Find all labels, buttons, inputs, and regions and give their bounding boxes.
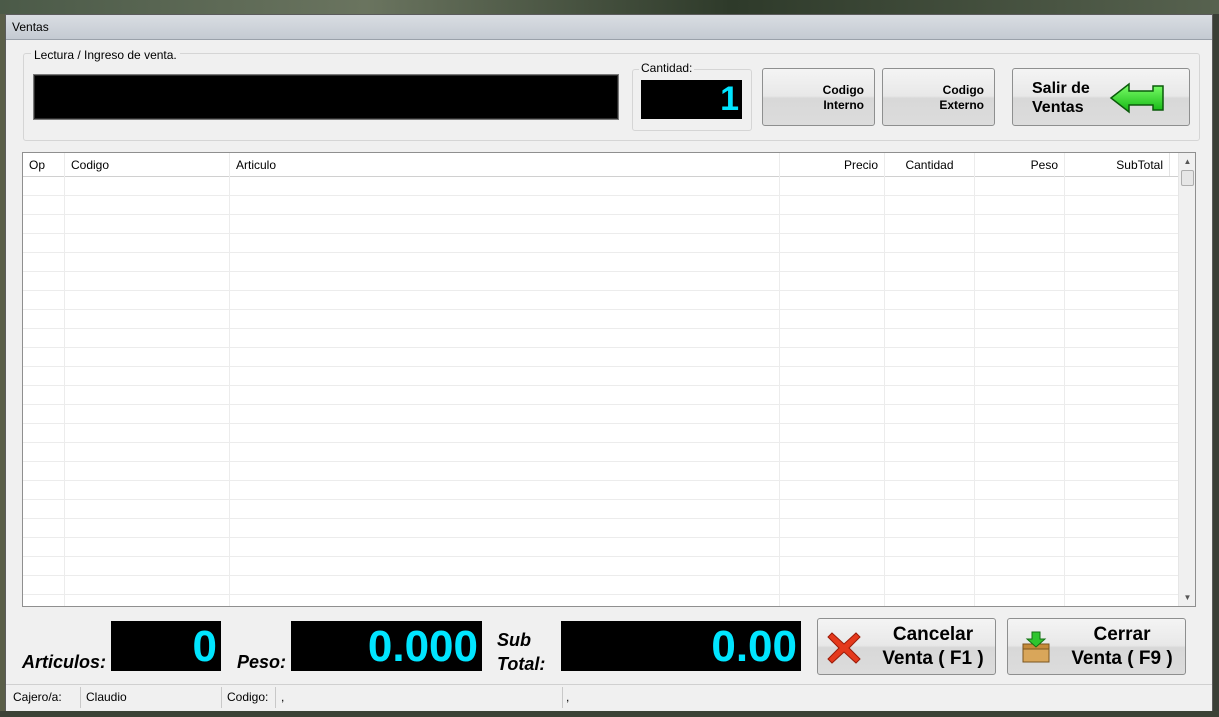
status-divider: [80, 687, 81, 708]
salir-label-2: Ventas: [1032, 99, 1084, 116]
status-divider: [275, 687, 276, 708]
grid-divider: [974, 153, 975, 606]
desktop-strip: [0, 0, 1219, 14]
grid-header: Op Codigo Articulo Precio Cantidad Peso …: [23, 153, 1178, 177]
reading-caption: Lectura / Ingreso de venta.: [31, 48, 180, 62]
codigo-interno-button[interactable]: Codigo Interno: [762, 68, 875, 126]
col-peso[interactable]: Peso: [975, 153, 1065, 176]
sales-window: Ventas Lectura / Ingreso de venta. Canti…: [5, 14, 1213, 711]
peso-label: Peso:: [237, 652, 287, 672]
download-box-icon: [1020, 630, 1052, 670]
desktop-strip: [1213, 14, 1219, 717]
title-bar[interactable]: Ventas: [6, 15, 1212, 40]
col-codigo[interactable]: Codigo: [65, 153, 230, 176]
grid-body[interactable]: [23, 177, 1178, 606]
quantity-display[interactable]: 1: [641, 80, 742, 119]
cajero-label: Cajero/a:: [13, 690, 62, 704]
subtotal-label: Sub Total:: [497, 628, 545, 676]
codigo-externo-button[interactable]: Codigo Externo: [882, 68, 995, 126]
status-extra: ,: [566, 690, 570, 704]
grid-divider: [1064, 153, 1065, 606]
chevron-up-icon[interactable]: ▲: [1179, 153, 1195, 170]
cerrar-label-1: Cerrar: [1093, 624, 1151, 645]
quantity-caption: Cantidad:: [639, 61, 695, 75]
peso-display: 0.000: [291, 621, 482, 671]
subtotal-label-2: Total:: [497, 654, 546, 674]
status-bar: Cajero/a: Claudio Codigo: , ,: [6, 684, 1212, 711]
x-icon: [826, 630, 862, 672]
grid-divider: [229, 153, 230, 606]
col-op[interactable]: Op: [23, 153, 65, 176]
codigo-value: ,: [281, 690, 285, 704]
cancelar-label-1: Cancelar: [892, 624, 974, 645]
sales-grid[interactable]: Op Codigo Articulo Precio Cantidad Peso …: [22, 152, 1196, 607]
articulos-display: 0: [111, 621, 221, 671]
subtotal-display: 0.00: [561, 621, 801, 671]
salir-label-1: Salir de: [1032, 80, 1090, 97]
chevron-down-icon[interactable]: ▼: [1179, 589, 1195, 606]
articulos-label: Articulos:: [22, 652, 107, 672]
status-divider: [221, 687, 222, 708]
cerrar-label-2: Venta ( F9 ): [1071, 648, 1173, 669]
col-articulo[interactable]: Articulo: [230, 153, 780, 176]
cerrar-venta-button[interactable]: Cerrar Venta ( F9 ): [1007, 618, 1186, 675]
col-subtotal[interactable]: SubTotal: [1065, 153, 1170, 176]
status-divider: [562, 687, 563, 708]
grid-divider: [884, 153, 885, 606]
codigo-interno-label-1: Codigo: [822, 83, 864, 97]
codigo-interno-label-2: Interno: [823, 98, 864, 112]
grid-divider: [64, 153, 65, 606]
col-cantidad[interactable]: Cantidad: [885, 153, 975, 176]
codigo-externo-label-2: Externo: [939, 98, 984, 112]
codigo-label: Codigo:: [227, 690, 269, 704]
barcode-input[interactable]: [33, 74, 619, 120]
window-title: Ventas: [12, 20, 49, 34]
left-arrow-icon: [1109, 81, 1165, 120]
grid-scrollbar[interactable]: ▲ ▼: [1178, 153, 1195, 606]
codigo-externo-label-1: Codigo: [942, 83, 984, 97]
scroll-thumb[interactable]: [1181, 170, 1194, 186]
cancelar-label-2: Venta ( F1 ): [882, 648, 984, 669]
col-precio[interactable]: Precio: [780, 153, 885, 176]
salir-ventas-button[interactable]: Salir de Ventas: [1012, 68, 1190, 126]
subtotal-label-1: Sub: [497, 630, 531, 650]
desktop-strip: [0, 711, 1219, 717]
grid-divider: [779, 153, 780, 606]
cancelar-venta-button[interactable]: Cancelar Venta ( F1 ): [817, 618, 996, 675]
cajero-value: Claudio: [86, 690, 127, 704]
